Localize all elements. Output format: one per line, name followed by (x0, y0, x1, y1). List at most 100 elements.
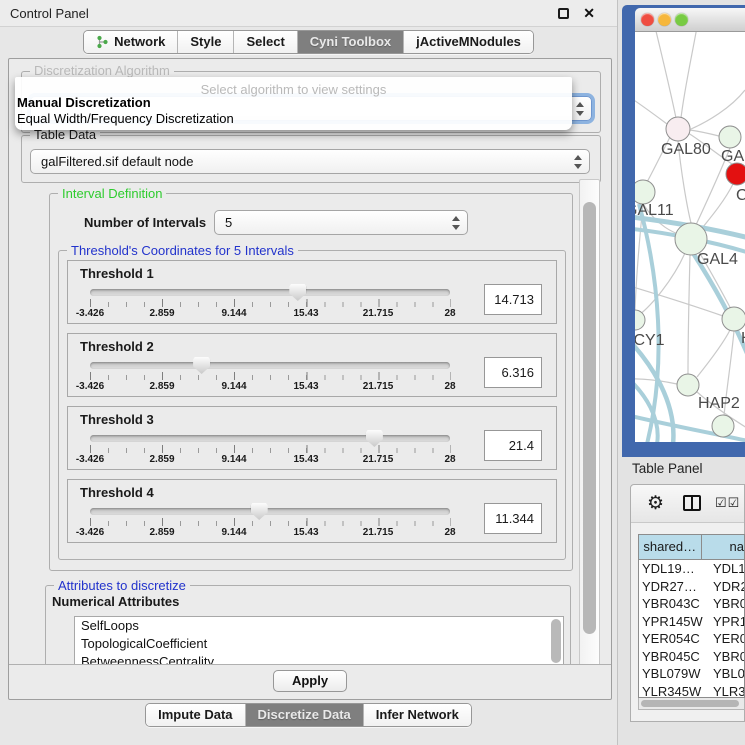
network-node[interactable] (722, 307, 745, 331)
network-edge[interactable] (690, 130, 719, 136)
combo-arrows-icon (573, 154, 582, 170)
tab-select[interactable]: Select (234, 31, 297, 53)
tab-infer-network[interactable]: Infer Network (364, 704, 471, 726)
slider-track[interactable] (90, 289, 450, 296)
slider-ticks (90, 372, 451, 380)
apply-button[interactable]: Apply (273, 670, 347, 692)
threshold-value-field[interactable]: 14.713 (484, 284, 542, 315)
tick-label: 9.144 (221, 454, 246, 465)
popup-item[interactable]: Equal Width/Frequency Discretization (15, 111, 572, 127)
network-edge[interactable] (639, 253, 685, 315)
tick-label: -3.426 (76, 454, 104, 465)
panel-title: Control Panel (10, 6, 89, 21)
cell-name: YBR0 (706, 648, 744, 666)
attributes-group: Attributes to discretize Numerical Attri… (45, 585, 571, 664)
tab-discretize-data[interactable]: Discretize Data (246, 704, 364, 726)
network-edge[interactable] (635, 284, 723, 316)
network-node[interactable] (719, 126, 741, 148)
table-row[interactable]: YBR043CYBR0 (639, 595, 744, 613)
control-panel: Control Panel ✕ Network Style SelectCyni T… (0, 0, 618, 745)
numerical-attributes-list[interactable]: SelfLoopsTopologicalCoefficientBetweenne… (74, 616, 564, 664)
threshold-label: Threshold 1 (80, 266, 548, 281)
tick-label: 21.715 (363, 308, 394, 319)
horizontal-scrollbar-thumb[interactable] (641, 700, 739, 707)
network-edge[interactable] (691, 90, 745, 129)
network-node[interactable] (635, 180, 655, 204)
network-edge-thick[interactable] (693, 253, 745, 358)
close-traffic-light-icon[interactable] (641, 13, 654, 26)
tab-impute-data[interactable]: Impute Data (146, 704, 245, 726)
number-of-intervals-value: 5 (225, 215, 232, 230)
threshold-slider[interactable]: -3.4262.8599.14415.4321.71528 (90, 357, 452, 397)
list-item[interactable]: TopologicalCoefficient (75, 635, 563, 653)
network-edge[interactable] (655, 32, 676, 118)
number-of-intervals-combo[interactable]: 5 (214, 210, 468, 235)
network-edge[interactable] (697, 330, 730, 377)
number-of-intervals-label: Number of Intervals (84, 215, 206, 230)
network-edge[interactable] (635, 94, 667, 124)
list-item[interactable]: BetweennessCentrality (75, 653, 563, 664)
popup-item[interactable]: Manual Discretization (15, 95, 572, 111)
tick-label: 15.43 (293, 308, 318, 319)
network-node[interactable] (666, 117, 690, 141)
close-icon[interactable]: ✕ (583, 5, 595, 22)
slider-track[interactable] (90, 362, 450, 369)
network-canvas[interactable]: GAL80GACGAL11GAL4GCY1HHAP2 (635, 32, 745, 442)
tab-style[interactable]: Style (178, 31, 234, 53)
slider-track[interactable] (90, 508, 450, 515)
table-row[interactable]: YER054CYER0 (639, 630, 744, 648)
horizontal-scrollbar[interactable] (638, 698, 745, 710)
tab-network[interactable]: Network (84, 31, 178, 53)
node-label: H (741, 330, 745, 347)
thresholds-group: Threshold's Coordinates for 5 Intervals … (58, 250, 566, 560)
threshold-slider[interactable]: -3.4262.8599.14415.4321.71528 (90, 503, 452, 543)
threshold-slider[interactable]: -3.4262.8599.14415.4321.71528 (90, 430, 452, 470)
table-row[interactable]: YBL079WYBL0 (639, 665, 744, 683)
list-scrollbar-thumb[interactable] (551, 619, 561, 663)
columns-icon[interactable] (683, 495, 701, 511)
cell-shared-name: YDR27… (639, 578, 706, 596)
zoom-traffic-light-icon[interactable] (675, 13, 688, 26)
network-edge[interactable] (681, 32, 697, 118)
cell-shared-name: YDL19… (639, 560, 706, 578)
threshold-value-field[interactable]: 6.316 (484, 357, 542, 388)
column-header-name[interactable]: na (702, 535, 744, 559)
tick-label: 9.144 (221, 381, 246, 392)
tick-label: 2.859 (149, 454, 174, 465)
threshold-value-field[interactable]: 11.344 (484, 503, 542, 534)
tab-cyni-toolbox[interactable]: Cyni Toolbox (298, 31, 404, 53)
network-node[interactable] (726, 163, 745, 185)
interval-definition-group: Interval Definition Number of Intervals … (49, 193, 573, 571)
network-node[interactable] (677, 374, 699, 396)
bottom-tab-bar: Impute DataDiscretize DataInfer Network (0, 703, 617, 727)
tick-label: -3.426 (76, 527, 104, 538)
network-view-window: GAL80GACGAL11GAL4GCY1HHAP2 (622, 5, 745, 457)
table-row[interactable]: YDL19…YDL1 (639, 560, 744, 578)
network-node[interactable] (635, 310, 645, 330)
threshold-value-field[interactable]: 21.4 (484, 430, 542, 461)
float-icon[interactable] (558, 8, 569, 19)
table-data-group: Table Data galFiltered.sif default node (21, 135, 601, 183)
threshold-slider[interactable]: -3.4262.8599.14415.4321.71528 (90, 284, 452, 324)
minimize-traffic-light-icon[interactable] (658, 13, 671, 26)
column-header-shared-name[interactable]: shared… (639, 535, 702, 559)
tab-label: Style (190, 34, 221, 49)
gear-icon[interactable]: ⚙ (647, 492, 664, 515)
table-row[interactable]: YDR27…YDR2 (639, 578, 744, 596)
table-data-combo[interactable]: galFiltered.sif default node (30, 149, 590, 174)
slider-track[interactable] (90, 435, 450, 442)
vertical-scrollbar[interactable] (579, 179, 600, 696)
network-window-titlebar (635, 8, 745, 32)
node-table: shared… na YDL19…YDL1YDR27…YDR2YBR043CYB… (638, 534, 745, 698)
tick-label: 9.144 (221, 527, 246, 538)
table-row[interactable]: YBR045CYBR0 (639, 648, 744, 666)
vertical-scrollbar-thumb[interactable] (583, 202, 596, 634)
network-node[interactable] (712, 415, 734, 437)
tab-jactivemnodules[interactable]: jActiveMNodules (404, 31, 533, 53)
table-row[interactable]: YLR345WYLR3 (639, 683, 744, 699)
cell-shared-name: YER054C (639, 630, 706, 648)
table-row[interactable]: YPR145WYPR1 (639, 613, 744, 631)
network-edge[interactable] (688, 255, 690, 374)
list-item[interactable]: SelfLoops (75, 617, 563, 635)
checkboxes-icon[interactable]: ☑☑ (715, 495, 740, 511)
